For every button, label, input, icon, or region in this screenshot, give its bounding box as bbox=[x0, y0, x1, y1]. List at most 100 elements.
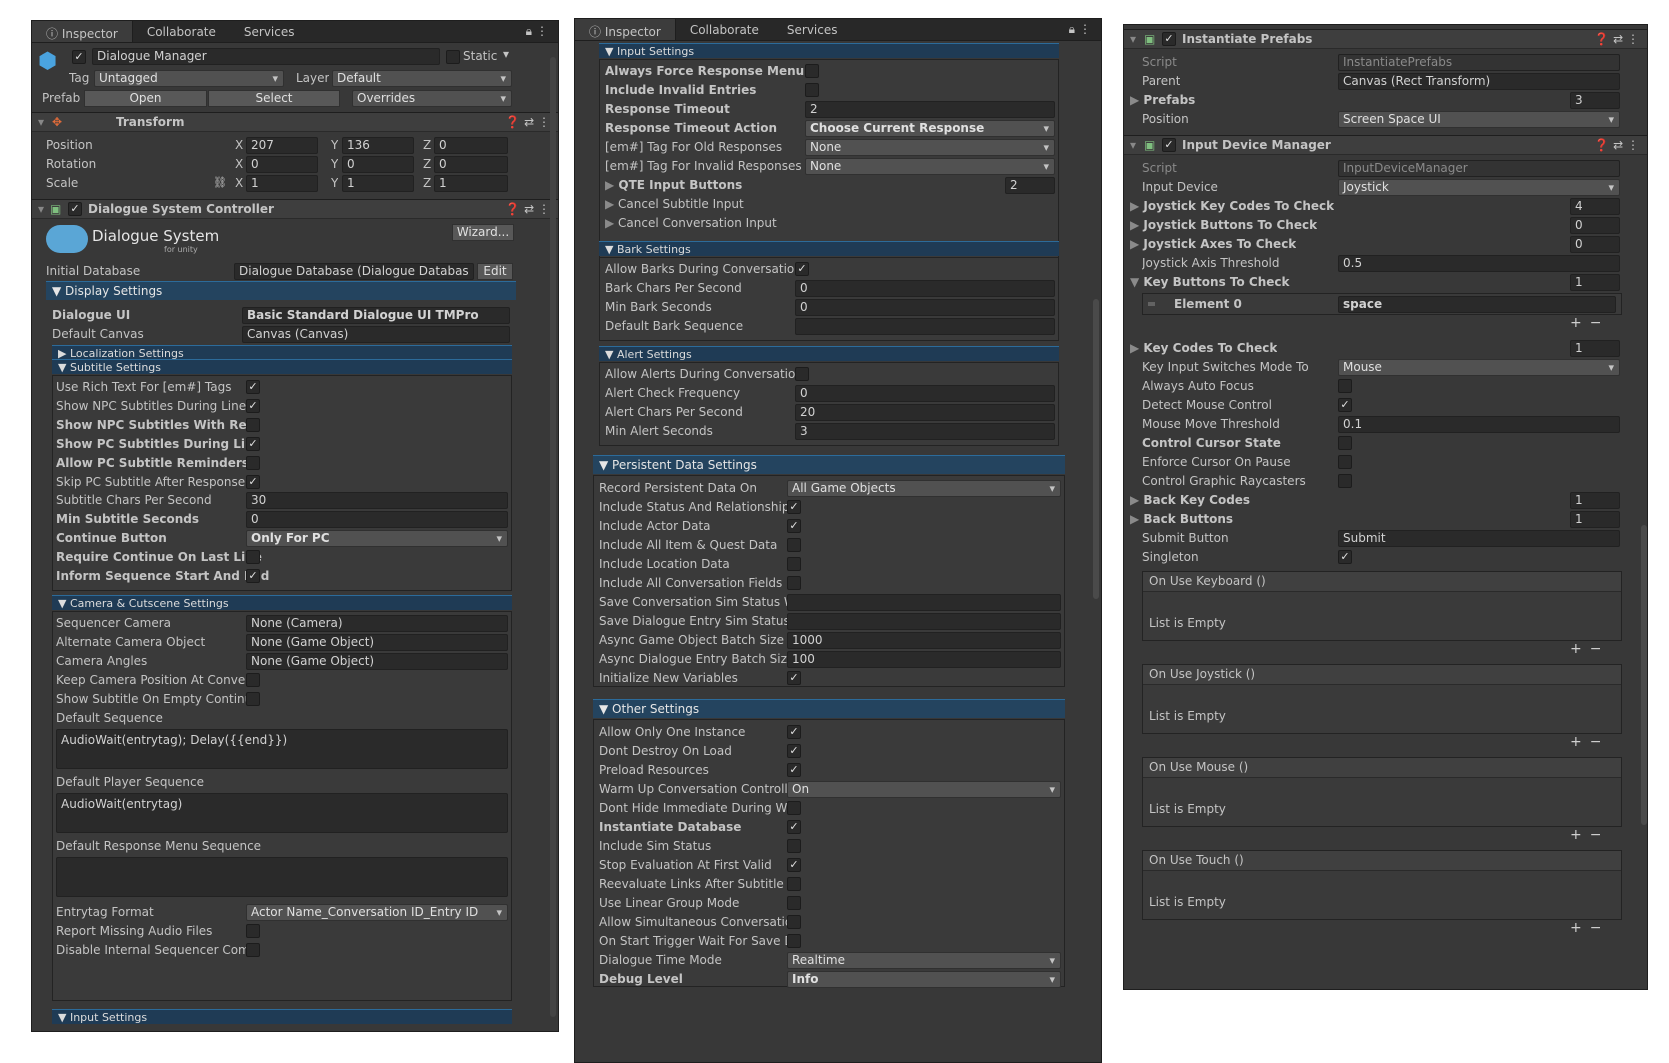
camera-settings-foldout[interactable]: ▼ Camera & Cutscene Settings bbox=[52, 595, 512, 610]
position-dropdown[interactable]: Screen Space UI bbox=[1338, 111, 1620, 128]
scrollbar[interactable] bbox=[1641, 525, 1647, 825]
require-continue-toggle[interactable] bbox=[246, 550, 260, 564]
prefabs-count-field[interactable]: 3 bbox=[1570, 92, 1620, 109]
jb-label[interactable]: ▶ Joystick Buttons To Check bbox=[1130, 216, 1317, 235]
other-option-toggle[interactable]: ✓ bbox=[787, 858, 801, 872]
async-de-field[interactable]: 100 bbox=[787, 651, 1061, 668]
jk-codes-field[interactable]: 4 bbox=[1570, 198, 1620, 215]
jb-field[interactable]: 0 bbox=[1570, 217, 1620, 234]
controller-header[interactable]: ▾ ▣ ✓ Dialogue System Controller ❓ ⇄ ⋮ bbox=[32, 199, 558, 219]
other-option-toggle[interactable] bbox=[787, 934, 801, 948]
tab-inspector[interactable]: ⓘ Inspector bbox=[575, 19, 676, 40]
list-add-remove-icons[interactable]: +− bbox=[1570, 827, 1609, 843]
subtitle-option-toggle[interactable]: ✓ bbox=[246, 399, 260, 413]
default-canvas-field[interactable]: Canvas (Canvas) bbox=[242, 326, 510, 343]
kb-field[interactable]: 1 bbox=[1570, 274, 1620, 291]
prefab-select-button[interactable]: Select bbox=[208, 90, 340, 107]
controller-enabled-toggle[interactable]: ✓ bbox=[68, 202, 82, 216]
persistent-option-toggle[interactable]: ✓ bbox=[787, 500, 801, 514]
input-settings-foldout[interactable]: ▼ Input Settings bbox=[52, 1009, 512, 1024]
submit-field[interactable]: Submit bbox=[1338, 530, 1620, 547]
scale-x-field[interactable]: 1 bbox=[246, 175, 318, 192]
help-settings-menu-icons[interactable]: ❓ ⇄ ⋮ bbox=[1594, 136, 1639, 155]
ja-field[interactable]: 0 bbox=[1570, 236, 1620, 253]
help-settings-menu-icons[interactable]: ❓ ⇄ ⋮ bbox=[505, 113, 550, 132]
lock-menu-icons[interactable]: 🔒︎⋮ bbox=[526, 24, 552, 39]
jat-field[interactable]: 0.5 bbox=[1338, 255, 1620, 272]
prefab-open-button[interactable]: Open bbox=[84, 90, 207, 107]
other-option-toggle[interactable]: ✓ bbox=[787, 820, 801, 834]
other-option-toggle[interactable]: ✓ bbox=[787, 763, 801, 777]
default-sequence-textarea[interactable]: AudioWait(entrytag); Delay({{end}}) bbox=[56, 729, 508, 769]
instantiate-enabled-toggle[interactable]: ✓ bbox=[1162, 32, 1176, 46]
minus-icon[interactable]: − bbox=[1590, 734, 1610, 750]
cancel-conversation-label[interactable]: ▶ Cancel Conversation Input bbox=[605, 214, 777, 233]
subtitle-chars-field[interactable]: 30 bbox=[246, 492, 508, 509]
dialogue-ui-field[interactable]: Basic Standard Dialogue UI TMPro bbox=[242, 307, 510, 324]
control-graphic-toggle[interactable] bbox=[1338, 474, 1352, 488]
position-y-field[interactable]: 136 bbox=[342, 137, 414, 154]
input-device-dropdown[interactable]: Joystick bbox=[1338, 179, 1620, 196]
input-settings-foldout[interactable]: ▼ Input Settings bbox=[599, 43, 1059, 58]
other-settings-foldout[interactable]: ▼ Other Settings bbox=[593, 699, 1065, 718]
control-cursor-toggle[interactable] bbox=[1338, 436, 1352, 450]
singleton-toggle[interactable]: ✓ bbox=[1338, 550, 1352, 564]
record-persistent-dropdown[interactable]: All Game Objects bbox=[787, 480, 1061, 497]
tag-dropdown[interactable]: Untagged bbox=[94, 70, 284, 87]
keep-camera-toggle[interactable] bbox=[246, 673, 260, 687]
position-x-field[interactable]: 207 bbox=[246, 137, 318, 154]
disable-internal-toggle[interactable] bbox=[246, 943, 260, 957]
kb-label[interactable]: ▼ Key Buttons To Check bbox=[1130, 273, 1290, 292]
default-response-seq-textarea[interactable] bbox=[56, 857, 508, 897]
subtitle-option-toggle[interactable]: ✓ bbox=[246, 380, 260, 394]
input-device-manager-header[interactable]: ▾ ▣ ✓ Input Device Manager ❓ ⇄ ⋮ bbox=[1124, 135, 1647, 155]
inform-sequence-toggle[interactable]: ✓ bbox=[246, 569, 260, 583]
element0-field[interactable]: space bbox=[1338, 296, 1616, 313]
static-toggle[interactable] bbox=[446, 50, 460, 64]
active-toggle[interactable]: ✓ bbox=[72, 50, 86, 64]
kism-dropdown[interactable]: Mouse bbox=[1338, 359, 1620, 376]
display-settings-foldout[interactable]: ▼ Display Settings bbox=[46, 281, 516, 300]
jk-codes-label[interactable]: ▶ Joystick Key Codes To Check bbox=[1130, 197, 1334, 216]
edit-button[interactable]: Edit bbox=[477, 263, 513, 280]
detect-mouse-toggle[interactable]: ✓ bbox=[1338, 398, 1352, 412]
help-settings-menu-icons[interactable]: ❓ ⇄ ⋮ bbox=[505, 200, 550, 219]
link-scale-icon[interactable]: ⛓ bbox=[213, 176, 227, 189]
tag-old-dropdown[interactable]: None bbox=[805, 139, 1055, 156]
help-settings-menu-icons[interactable]: ❓ ⇄ ⋮ bbox=[1594, 30, 1639, 49]
back-buttons-field[interactable]: 1 bbox=[1570, 511, 1620, 528]
cancel-subtitle-label[interactable]: ▶ Cancel Subtitle Input bbox=[605, 195, 744, 214]
list-add-remove-icons[interactable]: +− bbox=[1570, 920, 1609, 936]
ja-label[interactable]: ▶ Joystick Axes To Check bbox=[1130, 235, 1296, 254]
minus-icon[interactable]: − bbox=[1590, 920, 1610, 936]
other-option-toggle[interactable] bbox=[787, 839, 801, 853]
scrollbar[interactable] bbox=[550, 57, 556, 1017]
idm-enabled-toggle[interactable]: ✓ bbox=[1162, 138, 1176, 152]
qte-label[interactable]: ▶ QTE Input Buttons bbox=[605, 176, 742, 195]
list-add-remove-icons[interactable]: +− bbox=[1570, 641, 1609, 657]
show-subtitle-empty-toggle[interactable] bbox=[246, 692, 260, 706]
debug-level-dropdown[interactable]: Info bbox=[787, 971, 1061, 988]
warmup-dropdown[interactable]: On bbox=[787, 781, 1061, 798]
time-mode-dropdown[interactable]: Realtime bbox=[787, 952, 1061, 969]
subtitle-settings-foldout[interactable]: ▼ Subtitle Settings bbox=[52, 359, 512, 374]
persistent-option-toggle[interactable] bbox=[787, 538, 801, 552]
tab-services[interactable]: Services bbox=[230, 21, 309, 42]
other-option-toggle[interactable] bbox=[787, 896, 801, 910]
parent-field[interactable]: Canvas (Rect Transform) bbox=[1338, 73, 1620, 90]
alert-chars-field[interactable]: 20 bbox=[795, 404, 1055, 421]
alert-freq-field[interactable]: 0 bbox=[795, 385, 1055, 402]
back-buttons-label[interactable]: ▶ Back Buttons bbox=[1130, 510, 1233, 529]
plus-icon[interactable]: + bbox=[1570, 641, 1590, 657]
allow-alerts-toggle[interactable] bbox=[795, 367, 809, 381]
instantiate-prefabs-header[interactable]: ▾ ▣ ✓ Instantiate Prefabs ❓ ⇄ ⋮ bbox=[1124, 29, 1647, 49]
save-entry-field[interactable] bbox=[787, 613, 1061, 630]
subtitle-option-toggle[interactable]: ✓ bbox=[246, 437, 260, 451]
object-name-field[interactable]: Dialogue Manager bbox=[92, 48, 440, 65]
other-option-toggle[interactable] bbox=[787, 801, 801, 815]
list-add-remove-icons[interactable]: +− bbox=[1570, 315, 1609, 331]
scale-z-field[interactable]: 1 bbox=[434, 175, 508, 192]
drag-handle-icon[interactable]: ═ bbox=[1148, 295, 1155, 314]
minus-icon[interactable]: − bbox=[1590, 641, 1610, 657]
report-missing-toggle[interactable] bbox=[246, 924, 260, 938]
